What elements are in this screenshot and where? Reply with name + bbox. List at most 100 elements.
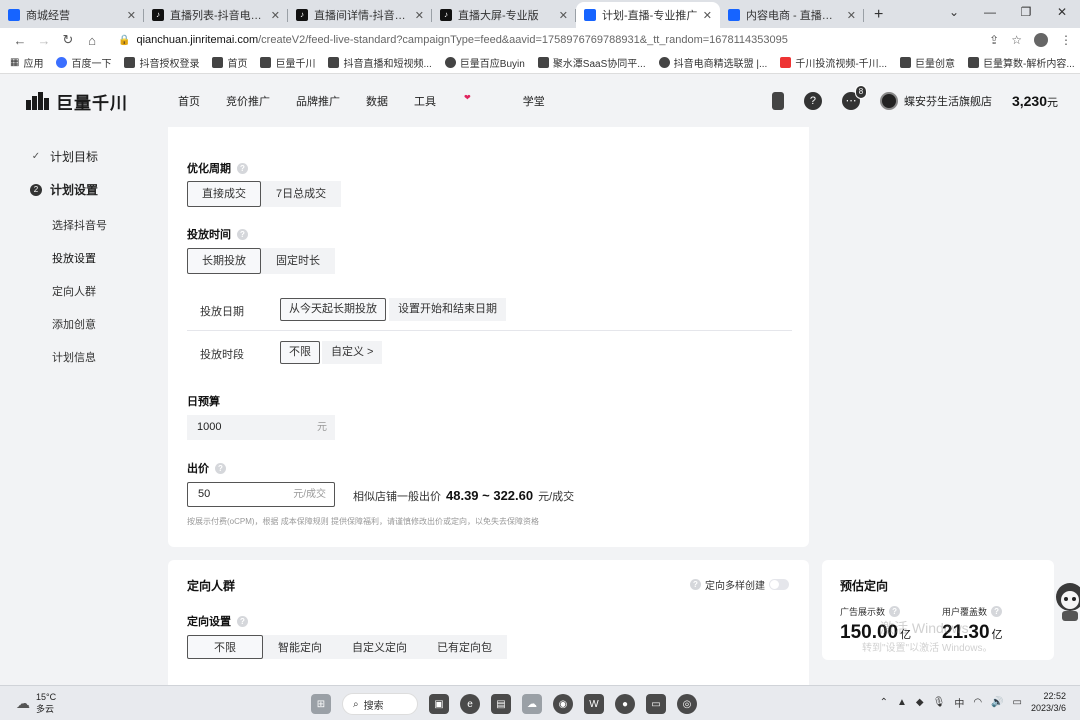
tray-app-icon[interactable]: ◆ [916, 697, 924, 708]
step-plan-goal[interactable]: ✓ 计划目标 [30, 148, 98, 165]
option-custom-slot[interactable]: 自定义 > [322, 341, 383, 364]
microphone-icon[interactable]: 🎙 [933, 697, 946, 708]
close-window-icon[interactable]: ✕ [1044, 0, 1080, 28]
daily-budget-input[interactable]: 1000 元 [187, 415, 335, 440]
back-icon[interactable]: ← [8, 33, 32, 48]
mobile-icon[interactable] [771, 92, 784, 110]
new-tab-button[interactable]: + [864, 6, 893, 28]
tab-search-icon[interactable]: ⌄ [936, 0, 972, 28]
wifi-icon[interactable]: ◠ [973, 697, 982, 708]
help-icon[interactable]: ? [237, 228, 248, 240]
volume-icon[interactable]: 🔊 [991, 697, 1003, 708]
close-tab-icon[interactable]: ✕ [559, 9, 568, 22]
browser-tab-active[interactable]: 计划-直播-专业推广 ✕ [576, 2, 720, 28]
assistant-mascot-icon[interactable] [1052, 579, 1080, 623]
taskbar-search[interactable]: ⌕ 搜索 [342, 693, 418, 715]
bookmark-item[interactable]: 首页 [212, 55, 247, 70]
account-balance[interactable]: 3,230元 [1012, 93, 1058, 110]
chrome-icon[interactable]: ◉ [553, 694, 573, 714]
shop-account[interactable]: 蝶安芬生活旗舰店 [879, 92, 992, 110]
restore-icon[interactable]: ❐ [1008, 0, 1044, 28]
sidebar-item-add-creative[interactable]: 添加创意 [52, 316, 96, 332]
clock[interactable]: 22:52 2023/3/6 [1031, 690, 1066, 714]
option-direct-deal[interactable]: 直接成交 [187, 181, 261, 207]
task-view-icon[interactable]: ▣ [429, 694, 449, 714]
browser-tab[interactable]: ♪直播列表-抖音电商罗盘✕ [144, 2, 288, 28]
close-tab-icon[interactable]: ✕ [127, 9, 136, 22]
minimize-icon[interactable]: — [972, 0, 1008, 28]
home-icon[interactable]: ⌂ [80, 33, 104, 48]
sidebar-item-select-account[interactable]: 选择抖音号 [52, 217, 107, 233]
bookmark-apps[interactable]: ▦ 应用 [10, 55, 43, 70]
bookmark-item[interactable]: 巨量千川 [260, 55, 315, 70]
sidebar-item-plan-info[interactable]: 计划信息 [52, 349, 96, 365]
weather-widget[interactable]: ☁ 15°C 多云 [16, 691, 56, 715]
bookmark-item[interactable]: 巨量算数-解析内容... [968, 55, 1075, 70]
nav-data[interactable]: 数据 [366, 93, 388, 109]
help-icon[interactable]: ? [803, 92, 822, 110]
option-smart-targeting[interactable]: 智能定向 [263, 635, 337, 659]
option-unlimited-slot[interactable]: 不限 [280, 341, 320, 364]
bookmark-item[interactable]: 巨量创意 [900, 55, 955, 70]
message-icon[interactable]: ⋯ 8 [841, 85, 867, 110]
browser-tab[interactable]: ♪ 直播大屏-专业版 ✕ [432, 2, 576, 28]
browser-tab[interactable]: ♪直播间详情-抖音电商罗✕ [288, 2, 432, 28]
help-icon[interactable]: ? [889, 606, 901, 617]
close-tab-icon[interactable]: ✕ [847, 9, 856, 22]
option-saved-targeting-package[interactable]: 已有定向包 [422, 635, 507, 659]
address-bar[interactable]: 🔒 qianchuan.jinritemai.com/createV2/feed… [112, 30, 981, 50]
option-from-today[interactable]: 从今天起长期投放 [280, 298, 386, 321]
sidebar-item-delivery-settings[interactable]: 投放设置 [52, 250, 96, 266]
browser-tab[interactable]: 商城经营 ✕ [0, 2, 144, 28]
sidebar-item-targeting[interactable]: 定向人群 [52, 283, 96, 299]
profile-avatar[interactable] [1034, 33, 1048, 47]
help-icon[interactable]: ? [991, 606, 1003, 617]
multi-targeting-toggle[interactable] [769, 579, 789, 590]
option-long-term[interactable]: 长期投放 [187, 248, 261, 274]
option-set-dates[interactable]: 设置开始和结束日期 [389, 298, 506, 321]
store-icon[interactable]: ▤ [491, 694, 511, 714]
bid-input[interactable]: 50 元/成交 [187, 482, 335, 507]
nav-academy[interactable]: 学堂 [523, 93, 545, 109]
nav-brand[interactable]: 品牌推广 [296, 93, 340, 109]
help-icon[interactable]: ? [237, 162, 248, 174]
tray-app-icon[interactable]: ▲ [897, 697, 907, 708]
nav-bidding[interactable]: 竞价推广 [226, 93, 270, 109]
bookmark-star-icon[interactable]: ☆ [1011, 33, 1022, 47]
bookmark-item[interactable]: 抖音授权登录 [124, 55, 199, 70]
bookmark-item[interactable]: 百度一下 [56, 55, 111, 70]
share-icon[interactable]: ⇪ [989, 33, 999, 47]
help-icon[interactable]: ? [237, 615, 248, 627]
start-icon[interactable]: ⊞ [311, 694, 331, 714]
qianchuan-logo[interactable]: 巨量千川 [26, 89, 128, 114]
close-tab-icon[interactable]: ✕ [271, 9, 280, 22]
bookmark-item[interactable]: 聚水潭SaaS协同平... [537, 55, 646, 70]
ime-indicator[interactable]: 中 [954, 695, 964, 710]
option-custom-targeting[interactable]: 自定义定向 [337, 635, 422, 659]
bookmark-item[interactable]: 巨量百应Buyin [444, 55, 525, 70]
option-fixed-duration[interactable]: 固定时长 [261, 248, 335, 274]
nav-tools[interactable]: 工具 ❤ [414, 93, 497, 109]
step-plan-settings[interactable]: 2 计划设置 [30, 181, 98, 198]
cloud-app-icon[interactable]: ☁ [522, 694, 542, 714]
file-explorer-icon[interactable]: ▭ [646, 694, 666, 714]
wps-icon[interactable]: W [584, 694, 604, 714]
option-no-targeting[interactable]: 不限 [187, 635, 263, 659]
edge-icon[interactable]: e [460, 694, 480, 714]
reload-icon[interactable]: ↻ [56, 32, 80, 48]
menu-icon[interactable]: ⋮ [1060, 33, 1072, 47]
close-tab-icon[interactable]: ✕ [415, 9, 424, 22]
bookmark-item[interactable]: 抖音电商精选联盟 |... [658, 55, 767, 70]
option-7day-deal[interactable]: 7日总成交 [261, 181, 342, 207]
nav-home[interactable]: 首页 [178, 93, 200, 109]
battery-icon[interactable]: ▭ [1013, 697, 1022, 708]
browser-tab[interactable]: 内容电商 - 直播引流创✕ [720, 2, 864, 28]
bookmark-item[interactable]: 抖音直播和短视频... [328, 55, 432, 70]
help-icon[interactable]: ? [215, 462, 226, 474]
app-icon[interactable]: ◎ [677, 694, 697, 714]
app-icon[interactable]: ● [615, 694, 635, 714]
close-tab-icon[interactable]: ✕ [703, 9, 712, 22]
bookmark-item[interactable]: 千川投流视频-千川... [780, 55, 887, 70]
help-icon[interactable]: ? [690, 579, 701, 590]
forward-icon[interactable]: → [32, 33, 56, 48]
